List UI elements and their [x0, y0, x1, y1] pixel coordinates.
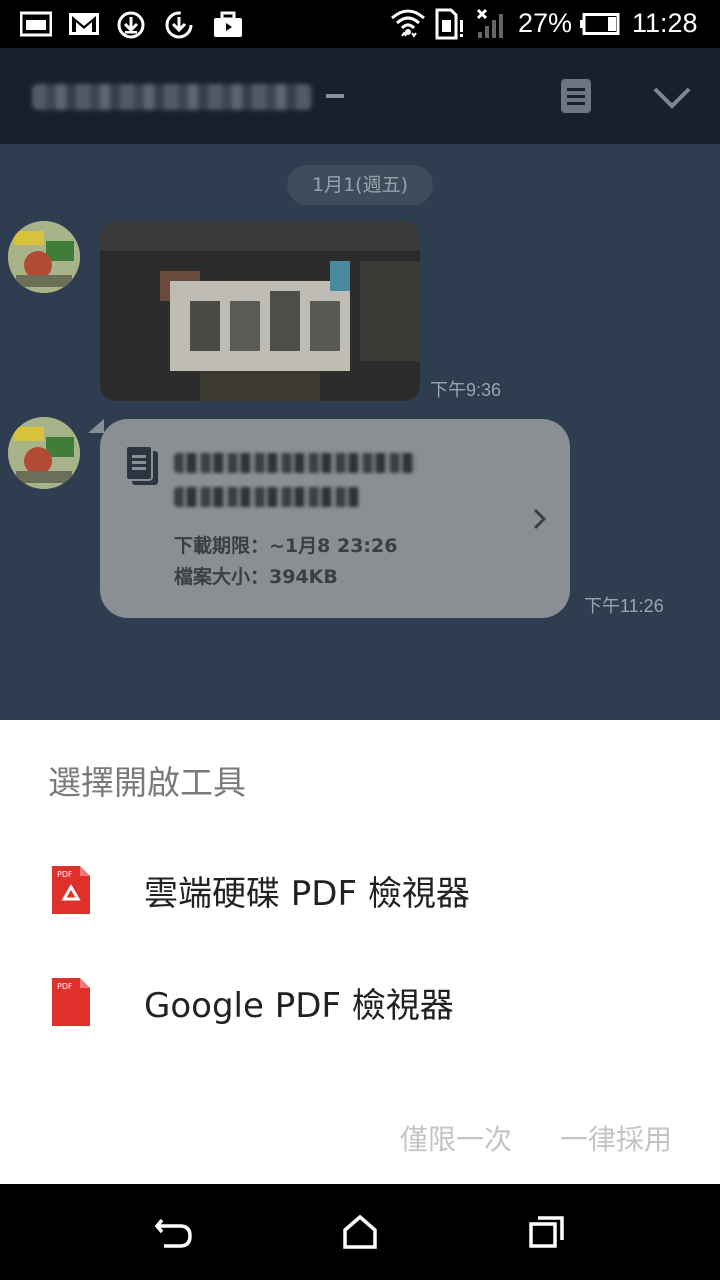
app-label: Google PDF 檢視器: [144, 986, 454, 1026]
file-size-value: 394KB: [269, 566, 338, 588]
clock: 11:28: [632, 8, 698, 38]
sheet-title: 選擇開啟工具: [48, 763, 246, 802]
sync-download-icon: [165, 11, 193, 39]
battery-percent: 27%: [518, 8, 573, 38]
avatar[interactable]: [8, 417, 80, 489]
google-pdf-icon: PDF: [52, 978, 90, 1026]
navigation-bar: [0, 1184, 720, 1280]
chat-view: 1月1(週五) 下午9:36 下載期限：~1月8 23:26 檔案大小：394K…: [0, 48, 720, 720]
chat-title-blurred[interactable]: [32, 84, 312, 110]
file-size-label: 檔案大小：: [174, 566, 270, 588]
file-icon: [125, 445, 158, 485]
app-option-google-pdf[interactable]: PDF Google PDF 檢視器: [0, 946, 720, 1058]
message-time: 下午11:26: [584, 596, 664, 616]
chevron-right-icon: [533, 508, 547, 530]
download-limit: 下載期限：~1月8 23:26: [174, 531, 397, 558]
image-message-blurred[interactable]: [100, 221, 420, 401]
pdf-badge: PDF: [57, 870, 73, 879]
just-once-button[interactable]: 僅限一次: [400, 1118, 512, 1158]
avatar[interactable]: [8, 221, 80, 293]
open-with-sheet: 選擇開啟工具 PDF 雲端硬碟 PDF 檢視器 PDF Google PDF 檢…: [0, 720, 720, 1184]
sim-icon: [435, 8, 463, 40]
chevron-down-icon[interactable]: [652, 86, 692, 110]
chat-header: [0, 48, 720, 144]
download-limit-value: ~1月8 23:26: [269, 535, 398, 557]
message-time: 下午9:36: [430, 380, 502, 400]
always-button[interactable]: 一律採用: [560, 1118, 672, 1158]
wifi-icon: [391, 9, 425, 38]
note-icon[interactable]: [560, 78, 592, 114]
signal-icon: [476, 8, 503, 38]
download-icon: [117, 11, 145, 39]
download-limit-label: 下載期限：: [174, 535, 270, 557]
battery-icon: [580, 13, 620, 35]
pdf-badge: PDF: [57, 982, 73, 991]
file-name-blurred: [174, 487, 360, 507]
bubble-tail: [88, 419, 104, 433]
date-separator: 1月1(週五): [287, 165, 433, 205]
file-size: 檔案大小：394KB: [174, 562, 338, 589]
gmail-icon: [69, 13, 99, 35]
drive-pdf-icon: PDF: [52, 866, 90, 914]
status-bar: 27% 11:28: [0, 0, 720, 48]
app-label: 雲端硬碟 PDF 檢視器: [144, 874, 470, 914]
briefcase-icon: [214, 11, 242, 37]
image-icon: [20, 11, 52, 37]
back-icon[interactable]: [154, 1214, 194, 1250]
home-icon[interactable]: [342, 1214, 378, 1250]
recents-icon[interactable]: [528, 1214, 566, 1250]
file-name-blurred: [174, 453, 416, 473]
app-option-drive-pdf[interactable]: PDF 雲端硬碟 PDF 檢視器: [0, 834, 720, 946]
file-message[interactable]: 下載期限：~1月8 23:26 檔案大小：394KB: [100, 419, 570, 618]
title-separator: [326, 94, 344, 98]
